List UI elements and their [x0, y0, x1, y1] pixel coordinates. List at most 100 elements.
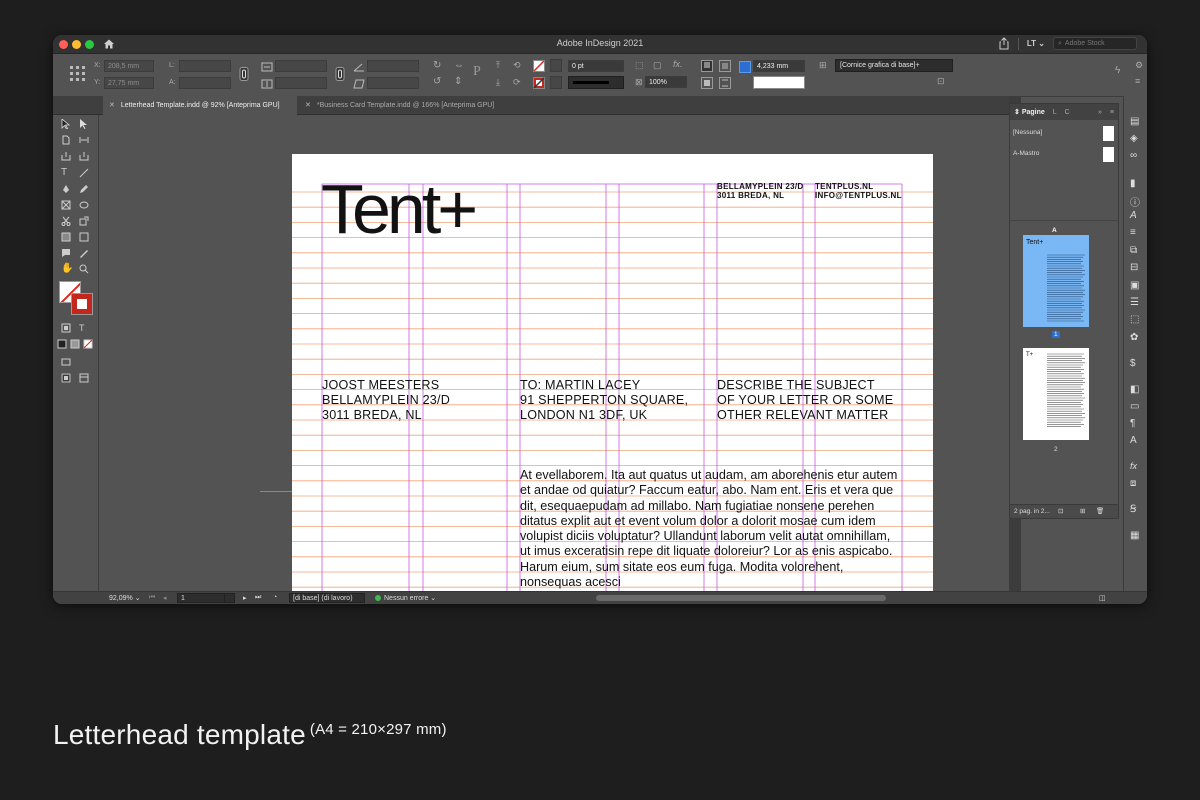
- scale-y-field[interactable]: [275, 77, 327, 89]
- last-page-icon[interactable]: ⏭: [255, 594, 261, 602]
- preflight-profile-dropdown[interactable]: [di base] (di lavoro): [289, 593, 365, 603]
- screen-mode-icon[interactable]: [61, 357, 71, 367]
- paragraph-icon[interactable]: ¶: [1130, 418, 1141, 429]
- select-next-icon[interactable]: ⟳: [513, 77, 521, 88]
- apply-color-icon[interactable]: [57, 339, 67, 349]
- previous-page-icon[interactable]: ◂: [163, 594, 167, 602]
- line-tool-icon[interactable]: [79, 168, 89, 178]
- object-styles-icon[interactable]: ⧈: [1130, 478, 1141, 489]
- stroke-swatch[interactable]: [71, 293, 93, 315]
- sender-block[interactable]: JOOST MEESTERS BELLAMYPLEIN 23/D 3011 BR…: [322, 378, 450, 423]
- rotation-field[interactable]: [367, 60, 419, 72]
- first-page-icon[interactable]: ⏮: [149, 594, 155, 602]
- x-position-field[interactable]: 208,5 mm: [104, 60, 154, 72]
- pen-tool-icon[interactable]: [61, 184, 71, 194]
- direct-selection-tool-icon[interactable]: [79, 119, 89, 129]
- layers-icon[interactable]: ◈: [1130, 133, 1141, 144]
- cc-libraries-icon[interactable]: ⬚: [1130, 314, 1141, 325]
- normal-view-icon[interactable]: [61, 373, 71, 383]
- selection-tool-icon[interactable]: [61, 119, 71, 129]
- text-frame-options-icon[interactable]: [719, 77, 731, 89]
- width-field[interactable]: [179, 60, 231, 72]
- new-page-icon[interactable]: ⊞: [1080, 507, 1085, 515]
- select-content-icon[interactable]: ⤓: [496, 77, 500, 88]
- links-icon[interactable]: ∞: [1130, 150, 1141, 161]
- opacity-field[interactable]: 100%: [645, 76, 687, 88]
- fill-swatch-none-icon[interactable]: [533, 60, 545, 72]
- fit-content-icon[interactable]: ▢: [653, 60, 662, 71]
- document-canvas[interactable]: Tent+ BELLAMYPLEIN 23/D 3011 BREDA, NL T…: [100, 115, 1009, 591]
- delete-page-icon[interactable]: 🗑: [1096, 507, 1104, 515]
- hand-tool-icon[interactable]: ✋: [61, 264, 73, 274]
- align-center-icon[interactable]: [719, 60, 731, 72]
- shear-angle-icon[interactable]: [353, 78, 365, 90]
- gradient-swatch-tool-icon[interactable]: [61, 232, 71, 242]
- master-none[interactable]: [Nessuna]: [1013, 129, 1042, 136]
- reference-point-icon[interactable]: [70, 66, 85, 81]
- preview-mode-icon[interactable]: [79, 373, 89, 383]
- settings-gear-icon[interactable]: ⚙: [1135, 60, 1143, 71]
- page2-number[interactable]: 2: [1054, 446, 1058, 453]
- transform-icon[interactable]: ⧉: [1130, 245, 1141, 256]
- gradient-icon[interactable]: ▭: [1130, 401, 1141, 412]
- apply-gradient-icon[interactable]: [70, 339, 80, 349]
- stroke-weight-field[interactable]: 0 pt: [568, 60, 624, 72]
- color-theme-icon[interactable]: ✿: [1130, 332, 1141, 343]
- constrain-proportions-icon[interactable]: [239, 67, 249, 81]
- panel-expand-icon[interactable]: »: [1098, 109, 1102, 116]
- next-page-icon[interactable]: ▸: [243, 594, 247, 602]
- info-icon[interactable]: ⓘ: [1130, 194, 1141, 209]
- measure-field[interactable]: 4,233 mm: [753, 60, 805, 72]
- color-icon[interactable]: ◧: [1130, 384, 1141, 395]
- frame-style-dropdown[interactable]: [Cornice grafica di base]+: [835, 59, 953, 72]
- glyphs-icon[interactable]: Ꞩ: [1130, 504, 1141, 515]
- note-tool-icon[interactable]: [61, 248, 71, 258]
- subject-block[interactable]: DESCRIBE THE SUBJECT OF YOUR LETTER OR S…: [717, 378, 893, 423]
- text-wrap-panel-icon[interactable]: ⊟: [1130, 262, 1141, 273]
- rotate-ccw-icon[interactable]: ↺: [433, 76, 441, 87]
- gap-tool-icon[interactable]: [79, 135, 89, 145]
- character-styles-icon[interactable]: A: [1130, 210, 1141, 221]
- recipient-block[interactable]: TO: MARTIN LACEY 91 SHEPPERTON SQUARE, L…: [520, 378, 688, 423]
- flip-vertical-icon[interactable]: ⇕: [454, 76, 462, 87]
- page-tool-icon[interactable]: [61, 135, 71, 145]
- lightning-icon[interactable]: ϟ: [1115, 65, 1120, 76]
- tab-links[interactable]: C: [1065, 109, 1070, 116]
- stroke-measure-icon[interactable]: [739, 61, 751, 73]
- flip-horizontal-icon[interactable]: ⇔: [454, 60, 464, 71]
- stroke-dropdown[interactable]: [550, 76, 562, 89]
- tab-business-card-template[interactable]: ✕ *Business Card Template.indd @ 166% [An…: [299, 96, 519, 115]
- scissors-tool-icon[interactable]: [61, 216, 71, 226]
- fit-frame-icon[interactable]: ⬚: [635, 60, 644, 71]
- shear-field[interactable]: [367, 77, 419, 89]
- clear-overrides-icon[interactable]: ⊡: [937, 76, 945, 87]
- image-icon[interactable]: ▣: [1130, 280, 1141, 291]
- scale-x-icon[interactable]: [261, 61, 273, 73]
- character-icon[interactable]: A: [1130, 435, 1141, 446]
- select-previous-icon[interactable]: ⟲: [513, 60, 521, 71]
- header-address[interactable]: BELLAMYPLEIN 23/D 3011 BREDA, NL: [717, 182, 803, 200]
- pencil-tool-icon[interactable]: [79, 184, 89, 194]
- table-icon[interactable]: ▦: [1130, 530, 1141, 541]
- open-page-icon[interactable]: ◔: [273, 594, 277, 601]
- tab-letterhead-template[interactable]: ✕ Letterhead Template.indd @ 92% [Antepri…: [103, 96, 297, 115]
- letter-body-text[interactable]: At evellaborem. Ita aut quatus ut audam,…: [520, 468, 902, 590]
- effects-fx-icon[interactable]: fx.: [673, 59, 683, 69]
- fill-stroke-swatches[interactable]: [59, 281, 93, 315]
- align-icon[interactable]: ▮: [1130, 178, 1141, 189]
- page2-thumbnail[interactable]: T+: [1023, 348, 1089, 440]
- master-a-thumb[interactable]: [1103, 147, 1114, 162]
- paragraph-styles-icon[interactable]: ≡: [1130, 227, 1141, 238]
- split-window-icon[interactable]: ◫: [1099, 594, 1106, 602]
- fill-dropdown[interactable]: [550, 59, 562, 72]
- formatting-text-icon[interactable]: T: [79, 323, 89, 333]
- stroke-type-dropdown[interactable]: [568, 76, 624, 89]
- zoom-level[interactable]: 92,09% ⌄: [109, 594, 141, 602]
- zoom-tool-icon[interactable]: [79, 264, 89, 274]
- scale-x-field[interactable]: [275, 60, 327, 72]
- close-tab-icon[interactable]: ✕: [305, 102, 311, 109]
- adobe-stock-search[interactable]: ⌕ Adobe Stock: [1053, 37, 1137, 50]
- page-number-dropdown[interactable]: [224, 593, 235, 603]
- y-position-field[interactable]: 27,75 mm: [104, 77, 154, 89]
- effects-icon[interactable]: fx: [1130, 461, 1141, 472]
